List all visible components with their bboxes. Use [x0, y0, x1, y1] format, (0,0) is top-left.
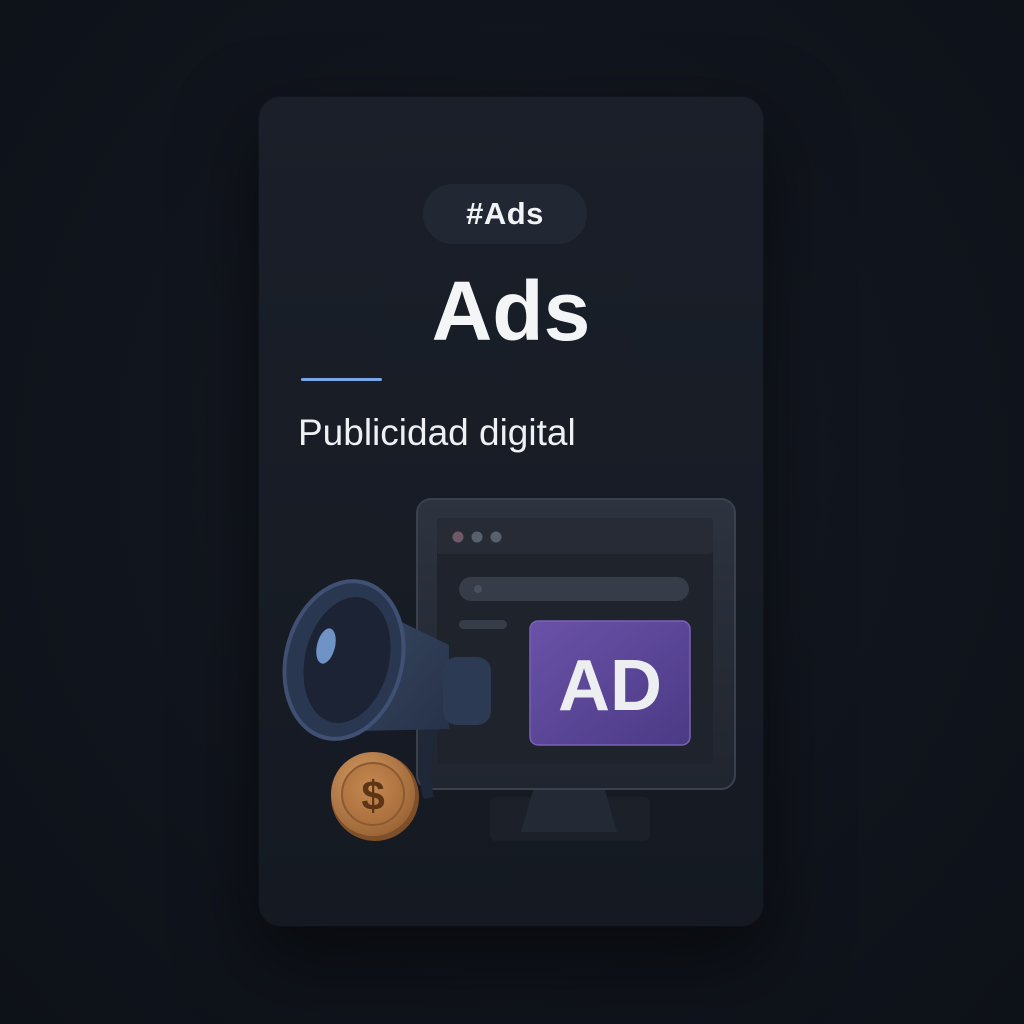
window-dot-maximize [490, 531, 502, 543]
card-title: Ads [431, 264, 591, 358]
ad-badge: AD [529, 620, 691, 746]
accent-divider [301, 378, 382, 381]
browser-address-bar [459, 577, 689, 601]
topic-card[interactable]: #Ads Ads Publicidad digital AD $ [259, 97, 763, 926]
window-dot-minimize [471, 531, 483, 543]
ad-badge-label: AD [558, 646, 662, 726]
canvas: #Ads Ads Publicidad digital AD $ [0, 0, 1024, 1024]
window-dot-close [452, 531, 464, 543]
address-bar-icon [474, 585, 482, 593]
card-subtitle: Publicidad digital [298, 412, 576, 453]
monitor-stand-neck [521, 787, 617, 832]
content-placeholder-line [459, 620, 507, 629]
megaphone-body [443, 657, 491, 725]
dollar-coin-icon: $ [331, 752, 419, 841]
coin-dollar-symbol: $ [361, 772, 384, 819]
hashtag-label: #Ads [466, 196, 544, 231]
hashtag-pill[interactable]: #Ads [423, 184, 587, 244]
